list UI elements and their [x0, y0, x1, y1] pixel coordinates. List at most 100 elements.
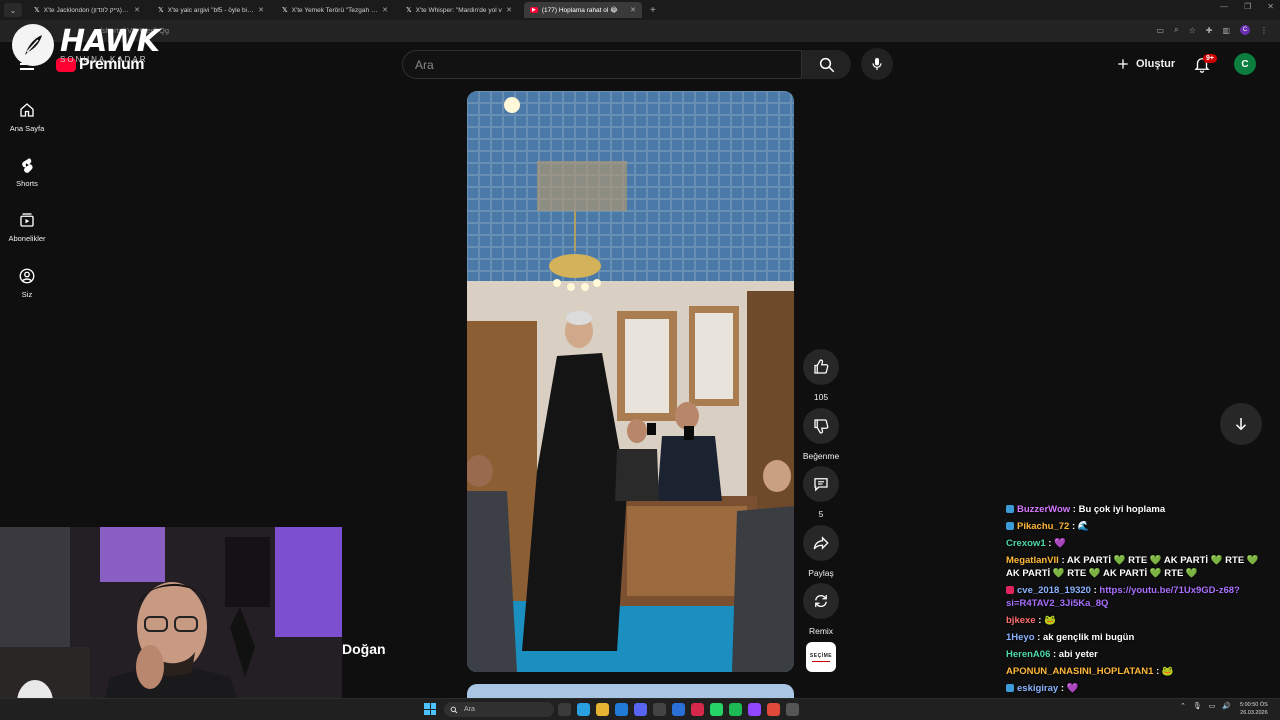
chat-message: APONUN_ANASINI_HOPLATAN1 : 🐸: [1006, 665, 1274, 678]
x-icon: 𝕏: [34, 7, 40, 14]
steam-icon[interactable]: [653, 703, 666, 716]
tab-list: 𝕏X'te Jacklondon (גייק לונדון) "Xag✕𝕏X't…: [22, 2, 642, 18]
tab-title: X'te Jacklondon (גייק לונדון) "Xag: [43, 6, 131, 14]
chat-username[interactable]: bjkexe: [1006, 615, 1036, 626]
tab-close-icon[interactable]: ✕: [134, 6, 140, 14]
tray-network-icon[interactable]: ▭: [1209, 702, 1216, 710]
system-tray: ⌃ 🎙 ▭ 🔊: [1180, 702, 1231, 710]
hawk-feather-icon: [12, 24, 54, 66]
spotify-icon[interactable]: [729, 703, 742, 716]
app-icon[interactable]: [691, 703, 704, 716]
tab-close-icon[interactable]: ✕: [258, 6, 264, 14]
create-button[interactable]: Oluştur: [1106, 52, 1185, 76]
chat-text: : 🐸: [1038, 615, 1056, 626]
browser-tab[interactable]: 𝕏 X'te Whisper: "Mardin'de yol v ✕: [400, 2, 518, 18]
guide-item-shorts[interactable]: Shorts: [0, 156, 54, 188]
chrome-icon[interactable]: [577, 703, 590, 716]
chat-badge-icon: [1006, 522, 1014, 530]
remix-button[interactable]: [803, 583, 839, 619]
zoom-icon[interactable]: ⌕: [1174, 25, 1178, 35]
bookmark-star-icon[interactable]: ☆: [1189, 26, 1196, 35]
browser-tab[interactable]: ▶ (177) Hoplama rahat ol 😂 ✕: [524, 2, 642, 18]
guide-item-home[interactable]: Ana Sayfa: [0, 101, 54, 133]
chat-text: : 💜: [1048, 538, 1066, 549]
search-icon: [819, 57, 834, 72]
guide-item-you[interactable]: Siz: [0, 267, 54, 299]
like-button[interactable]: [803, 349, 839, 385]
cast-icon[interactable]: ▭: [1157, 26, 1165, 35]
chat-username[interactable]: cve_2018_19320: [1017, 585, 1091, 596]
windows-taskbar: Ara ⌃ 🎙 ▭ 🔊 5:00:50 ÖS 26.03.2026: [0, 698, 1280, 720]
maximize-button[interactable]: ❐: [1244, 2, 1251, 11]
tray-mic-icon[interactable]: 🎙: [1193, 702, 1202, 710]
browser-tab[interactable]: 𝕏X'te Jacklondon (גייק לונדון) "Xag✕: [28, 2, 146, 18]
chat-message: HerenA06 : abi yeter: [1006, 648, 1274, 661]
store-icon[interactable]: [672, 703, 685, 716]
browser-tab[interactable]: 𝕏 X'te yalc argivi "bf5 - öyle bi an ✕: [152, 2, 270, 18]
guide-label-subscriptions: Abonelikler: [8, 234, 46, 243]
tab-close-icon[interactable]: ✕: [630, 6, 636, 14]
chat-message: BuzzerWow : Bu çok iyi hoplama: [1006, 503, 1274, 516]
chat-username[interactable]: eskigiray: [1017, 683, 1058, 694]
share-button[interactable]: [803, 525, 839, 561]
tray-volume-icon[interactable]: 🔊: [1222, 702, 1231, 710]
thumbs-down-icon: [814, 419, 829, 434]
address-bar-icons: ▭ ⌕ ☆ ✚ ▥ C ⋮: [1157, 25, 1268, 35]
search-button[interactable]: [802, 50, 851, 79]
windows-start-icon[interactable]: [424, 703, 436, 715]
extensions-icon[interactable]: ✚: [1206, 26, 1213, 35]
tray-chevron-icon[interactable]: ⌃: [1180, 702, 1186, 710]
obs-icon[interactable]: [786, 703, 799, 716]
taskbar-clock[interactable]: 5:00:50 ÖS 26.03.2026: [1240, 701, 1268, 717]
tab-close-icon[interactable]: ✕: [506, 6, 512, 14]
short-channel-name[interactable]: Doğan: [342, 641, 386, 657]
comment-count: 5: [818, 509, 824, 519]
short-video-player[interactable]: [467, 91, 794, 672]
account-avatar[interactable]: C: [1234, 53, 1256, 75]
whatsapp-icon[interactable]: [710, 703, 723, 716]
chrome-alt-icon[interactable]: [767, 703, 780, 716]
browser-menu-icon[interactable]: ⋮: [1260, 26, 1268, 35]
edge-icon[interactable]: [615, 703, 628, 716]
new-tab-button[interactable]: +: [650, 5, 656, 16]
chat-badge-icon: [1006, 505, 1014, 513]
voice-search-button[interactable]: [861, 48, 893, 80]
task-view-icon[interactable]: [558, 703, 571, 716]
discord-icon[interactable]: [634, 703, 647, 716]
next-short-preview[interactable]: [467, 684, 794, 698]
sound-thumbnail-button[interactable]: SEÇİME: [806, 642, 836, 672]
chat-username[interactable]: Pikachu_72: [1017, 521, 1069, 532]
chat-username[interactable]: 1Heyo: [1006, 632, 1035, 643]
chat-username[interactable]: APONUN_ANASINI_HOPLATAN1: [1006, 666, 1153, 677]
close-window-button[interactable]: ✕: [1267, 2, 1274, 11]
dislike-action: Beğenme: [803, 408, 839, 461]
browser-tab[interactable]: 𝕏 X'te Yemek Terörü "Tezgah ter ✕: [276, 2, 394, 18]
taskbar-search[interactable]: Ara: [444, 702, 554, 717]
tab-search-button[interactable]: ⌄: [4, 3, 22, 17]
next-short-button[interactable]: [1220, 403, 1262, 445]
shorts-icon: [22, 158, 33, 173]
taskbar-search-placeholder: Ara: [464, 706, 475, 713]
file-explorer-icon[interactable]: [596, 703, 609, 716]
tab-close-icon[interactable]: ✕: [382, 6, 388, 14]
sidebar-icon[interactable]: ▥: [1222, 26, 1230, 35]
browser-profile-avatar[interactable]: C: [1240, 25, 1250, 35]
chat-username[interactable]: BuzzerWow: [1017, 504, 1070, 515]
chat-username[interactable]: Crexow1: [1006, 538, 1046, 549]
sound-thumbnail-underline: [812, 660, 830, 662]
x-icon: 𝕏: [158, 7, 164, 14]
guide-item-subscriptions[interactable]: Abonelikler: [0, 211, 54, 243]
chat-username[interactable]: HerenA06: [1006, 649, 1050, 660]
chat-text: : 🐸: [1156, 666, 1174, 677]
twitch-icon[interactable]: [748, 703, 761, 716]
remix-action: Remix: [803, 583, 839, 636]
dislike-button[interactable]: [803, 408, 839, 444]
remix-label: Remix: [808, 626, 834, 636]
browser-tab-strip: ⌄ 𝕏X'te Jacklondon (גייק לונדון) "Xag✕𝕏X…: [0, 0, 1280, 20]
thumbs-up-icon: [814, 359, 829, 374]
share-label: Paylaş: [808, 568, 834, 578]
minimize-button[interactable]: —: [1220, 2, 1228, 11]
search-input[interactable]: [403, 51, 801, 78]
chat-username[interactable]: MegatlanVII: [1006, 555, 1059, 566]
comments-button[interactable]: [803, 466, 839, 502]
